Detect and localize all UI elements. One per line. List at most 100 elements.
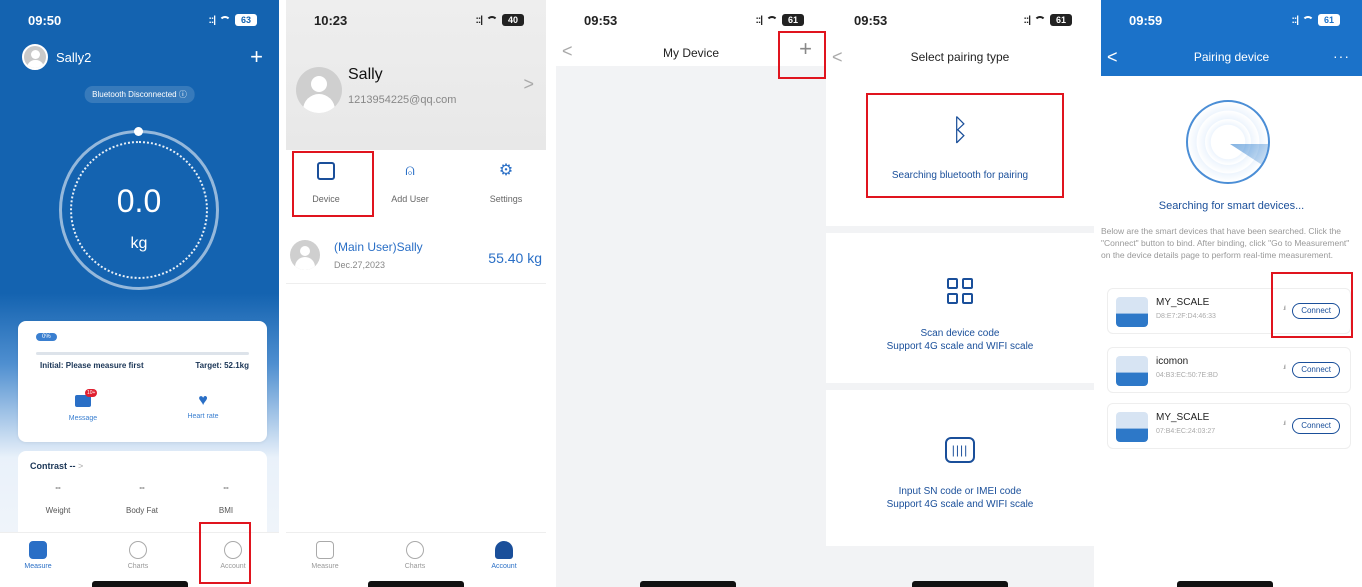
target-weight: Target: 52.1kg [195, 361, 249, 370]
signal-icon: ::| [755, 14, 764, 26]
add-user-icon: ⍝ [405, 162, 415, 179]
avatar [290, 240, 320, 270]
status-bar: 09:53 ::| 61 [556, 0, 826, 40]
contrast-card: Contrast -- > -- Weight -- Body Fat -- B… [18, 451, 267, 541]
radar-scan-icon [1186, 100, 1270, 184]
add-icon[interactable]: + [250, 44, 263, 70]
tab-measure[interactable]: Measure [8, 541, 68, 570]
status-time: 09:53 [854, 12, 888, 28]
wifi-icon [486, 15, 498, 25]
nav-bar: < Pairing device ··· [1101, 40, 1362, 76]
account-screen: 10:23 ::| 40 Sally 1213954225@qq.com > D… [286, 0, 546, 587]
page-title: Select pairing type [910, 50, 1010, 64]
device-button[interactable]: Device [291, 162, 361, 204]
initial-weight: Initial: Please measure first [40, 361, 144, 370]
add-user-button[interactable]: ⍝ Add User [375, 162, 445, 204]
chart-icon [129, 541, 147, 559]
scale-icon [29, 541, 47, 559]
searching-status: Searching for smart devices... [1158, 200, 1305, 212]
add-device-icon[interactable]: + [799, 36, 812, 62]
bluetooth-icon: ᛒ [951, 114, 969, 147]
avatar [296, 67, 342, 113]
weight-gauge: 0.0 kg [59, 127, 219, 290]
contrast-link[interactable]: Contrast -- > [30, 461, 83, 471]
home-indicator [92, 581, 188, 587]
measure-screen: 09:50 ::| 63 Sally2 + Bluetooth Disconne… [0, 0, 279, 587]
device-icon [317, 162, 335, 180]
scale-thumbnail [1116, 412, 1148, 442]
user-name: Sally2 [56, 49, 92, 65]
tab-account[interactable]: Account [474, 541, 534, 570]
option-scan-code[interactable]: Scan device code Support 4G scale and WI… [826, 233, 1094, 383]
battery-icon: 61 [1050, 14, 1072, 26]
scale-thumbnail [1116, 356, 1148, 386]
goal-card: 0% Initial: Please measure first Target:… [18, 321, 267, 442]
signal-strength-icon: .ıl [1283, 421, 1286, 427]
gauge-indicator [134, 127, 143, 136]
status-bar: 09:50 ::| 63 [0, 0, 279, 40]
tab-account[interactable]: Account [203, 541, 263, 570]
page-title: Pairing device [1193, 50, 1270, 64]
person-icon [495, 541, 513, 559]
avatar [22, 44, 48, 70]
scale-thumbnail [1116, 297, 1148, 327]
metric-body-fat: -- Body Fat [125, 483, 158, 515]
tab-charts[interactable]: Charts [108, 541, 168, 570]
contrast-label: Contrast -- [30, 461, 76, 471]
home-indicator [912, 581, 1008, 587]
heart-label: Heart rate [187, 413, 219, 420]
wifi-icon [219, 15, 231, 25]
connect-button[interactable]: Connect [1292, 362, 1340, 378]
metric-weight: -- Weight [45, 483, 71, 515]
pairing-instructions: Below are the smart devices that have be… [1101, 226, 1350, 260]
heart-rate-button[interactable]: ♥ Heart rate [168, 392, 238, 421]
connect-button[interactable]: Connect [1292, 418, 1340, 434]
wifi-icon [1302, 15, 1314, 25]
wifi-icon [1034, 15, 1046, 25]
tab-measure[interactable]: Measure [295, 541, 355, 570]
metric-bmi: -- BMI [218, 483, 234, 515]
bottom-tab-bar: Measure Charts Account [0, 532, 279, 587]
chart-icon [406, 541, 424, 559]
message-badge: 10+ [85, 389, 98, 397]
device-mac: 04:B3:EC:50:7E:BD [1156, 372, 1218, 379]
battery-icon: 61 [1318, 14, 1340, 26]
signal-icon: ::| [208, 14, 217, 26]
page-title: My Device [662, 46, 719, 60]
select-pairing-screen: 09:53 ::| 61 < Select pairing type ᛒ Sea… [826, 0, 1094, 587]
wifi-icon [766, 15, 778, 25]
status-bar: 10:23 ::| 40 [286, 0, 546, 40]
heart-icon: ♥ [198, 392, 208, 409]
message-button[interactable]: 10+ Message [48, 389, 118, 422]
chevron-right-icon: > [78, 461, 84, 471]
status-time: 10:23 [314, 12, 348, 28]
progress-bar [36, 352, 249, 355]
device-row: icomon 04:B3:EC:50:7E:BD .ıl Connect [1107, 347, 1351, 393]
more-icon[interactable]: ··· [1333, 48, 1350, 64]
settings-button[interactable]: ⚙ Settings [471, 162, 541, 204]
status-time: 09:50 [28, 12, 62, 28]
user-row-name: (Main User)Sally [334, 240, 423, 254]
bluetooth-status[interactable]: Bluetooth Disconnected ⓘ [84, 86, 195, 103]
option-bluetooth[interactable]: ᛒ Searching bluetooth for pairing [826, 76, 1094, 226]
pairing-device-screen: 09:59 ::| 61 < Pairing device ··· Search… [1101, 0, 1362, 587]
signal-icon: ::| [1291, 14, 1300, 26]
signal-strength-icon: .ıl [1283, 365, 1286, 371]
profile-header[interactable]: 10:23 ::| 40 Sally 1213954225@qq.com > [286, 0, 546, 150]
device-row: MY_SCALE D8:E7:2F:D4:46:33 .ıl Connect [1107, 288, 1351, 334]
user-row-date: Dec.27,2023 [334, 260, 386, 270]
current-user[interactable]: Sally2 [22, 44, 91, 70]
connect-button[interactable]: Connect [1292, 303, 1340, 319]
device-name: MY_SCALE [1156, 297, 1210, 308]
profile-name: Sally [348, 66, 383, 83]
nav-bar: < Select pairing type [826, 40, 1094, 76]
status-time: 09:53 [584, 12, 618, 28]
tab-charts[interactable]: Charts [385, 541, 445, 570]
tutorial-composite: 09:50 ::| 63 Sally2 + Bluetooth Disconne… [0, 0, 1362, 587]
scale-icon [316, 541, 334, 559]
signal-icon: ::| [1023, 14, 1032, 26]
user-list-item[interactable]: (Main User)Sally Dec.27,2023 55.40 kg [286, 236, 546, 284]
profile-email: 1213954225@qq.com [348, 94, 457, 106]
my-device-screen: 09:53 ::| 61 < My Device + [556, 0, 826, 587]
option-input-sn[interactable]: |||| Input SN code or IMEI code Support … [826, 390, 1094, 546]
